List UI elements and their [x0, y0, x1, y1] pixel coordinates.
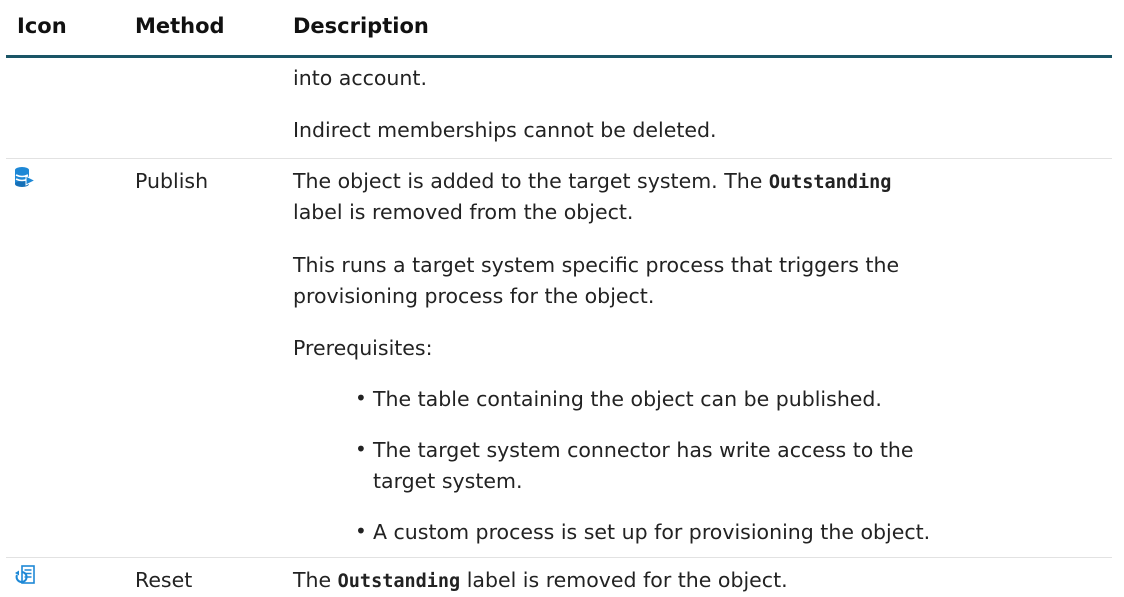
- continuation-text-1: into account.: [293, 66, 427, 90]
- column-header-icon: Icon: [17, 14, 67, 38]
- method-table: Icon Method Description into account. In…: [0, 0, 1124, 594]
- publish-process-line-1: This runs a target system specific proce…: [293, 253, 900, 277]
- publish-database-icon: [15, 167, 36, 187]
- row-divider: [6, 158, 1112, 159]
- column-header-method: Method: [135, 14, 225, 38]
- bullet-marker: •: [355, 386, 367, 410]
- prerequisites-label: Prerequisites:: [293, 336, 433, 360]
- publish-description-line-1: The object is added to the target system…: [293, 169, 892, 193]
- method-name-reset: Reset: [135, 568, 193, 592]
- prerequisite-item-1: The table containing the object can be p…: [373, 387, 882, 411]
- bullet-marker: •: [355, 437, 367, 461]
- outstanding-code: Outstanding: [768, 172, 892, 193]
- method-name-publish: Publish: [135, 169, 209, 193]
- column-header-description: Description: [293, 14, 429, 38]
- prerequisite-item-3: A custom process is set up for provision…: [373, 520, 931, 544]
- header-rule: [6, 55, 1112, 58]
- outstanding-code: Outstanding: [337, 571, 461, 592]
- publish-process-line-2: provisioning process for the object.: [293, 284, 655, 308]
- reset-description: The Outstanding label is removed for the…: [293, 568, 788, 592]
- bullet-marker: •: [355, 519, 367, 543]
- publish-description-line-2: label is removed from the object.: [293, 200, 634, 224]
- reset-document-icon: [15, 565, 35, 584]
- continuation-text-2: Indirect memberships cannot be deleted.: [293, 118, 717, 142]
- prerequisite-item-2-cont: target system.: [373, 469, 523, 493]
- row-divider: [6, 557, 1112, 558]
- prerequisite-item-2: The target system connector has write ac…: [373, 438, 914, 462]
